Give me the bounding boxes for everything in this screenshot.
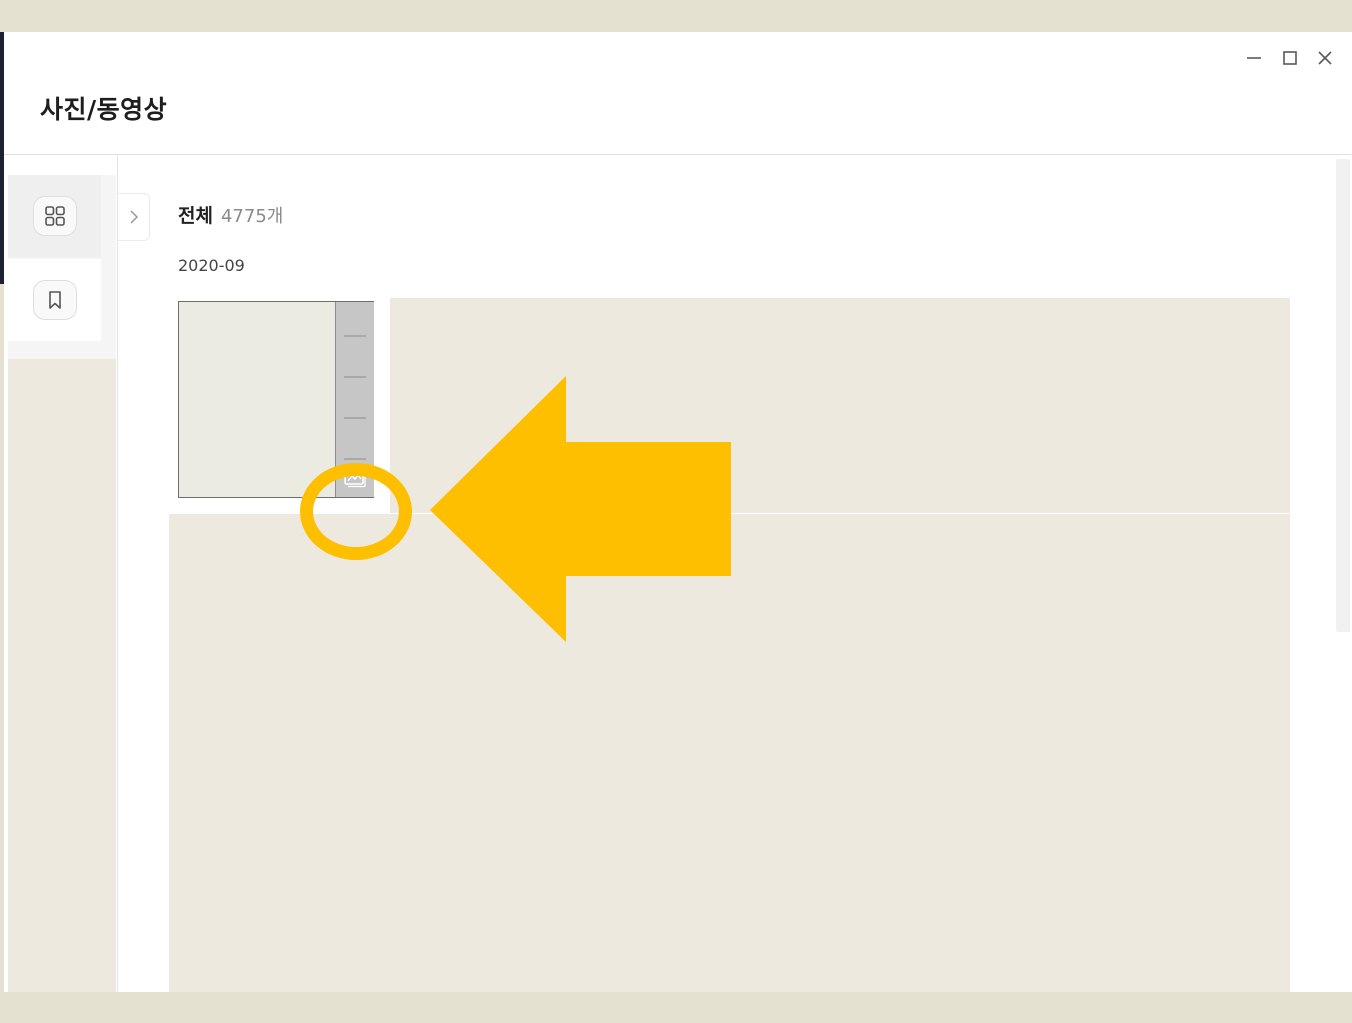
grid-icon [44, 206, 65, 226]
sidebar-item-all[interactable] [8, 175, 101, 257]
minimize-icon [1247, 57, 1261, 59]
bottom-background-band [0, 992, 1352, 1023]
top-background-band [0, 0, 1352, 32]
sidebar [4, 155, 118, 992]
maximize-icon [1283, 51, 1297, 65]
maximize-button[interactable] [1276, 44, 1304, 72]
media-count: 4775개 [220, 206, 284, 227]
photos-videos-window: 사진/동영상 전체 4775개 2020-09 [4, 32, 1352, 992]
strip-line [344, 458, 366, 460]
heading-label: 전체 [178, 205, 213, 227]
arrow-left-annotation [430, 376, 731, 642]
close-icon [1318, 51, 1332, 65]
bookmark-icon [48, 291, 61, 309]
bookmark-button[interactable] [32, 280, 77, 320]
strip-line [344, 335, 366, 337]
date-group-label: 2020-09 [178, 256, 245, 275]
sidebar-blurred-area [8, 359, 116, 992]
expand-sidebar-button[interactable] [118, 193, 150, 241]
header-divider [4, 154, 1352, 155]
sidebar-nav [8, 175, 116, 359]
scrollbar-thumb[interactable] [1336, 159, 1350, 632]
chevron-right-icon [129, 210, 138, 224]
sidebar-item-bookmarks[interactable] [8, 259, 101, 341]
window-title: 사진/동영상 [40, 95, 168, 124]
highlight-ring-annotation [300, 463, 412, 560]
media-heading: 전체 4775개 [178, 201, 283, 228]
strip-line [344, 376, 366, 378]
close-button[interactable] [1311, 44, 1339, 72]
strip-line [344, 417, 366, 419]
minimize-button[interactable] [1240, 44, 1268, 72]
grid-view-button[interactable] [32, 196, 77, 236]
